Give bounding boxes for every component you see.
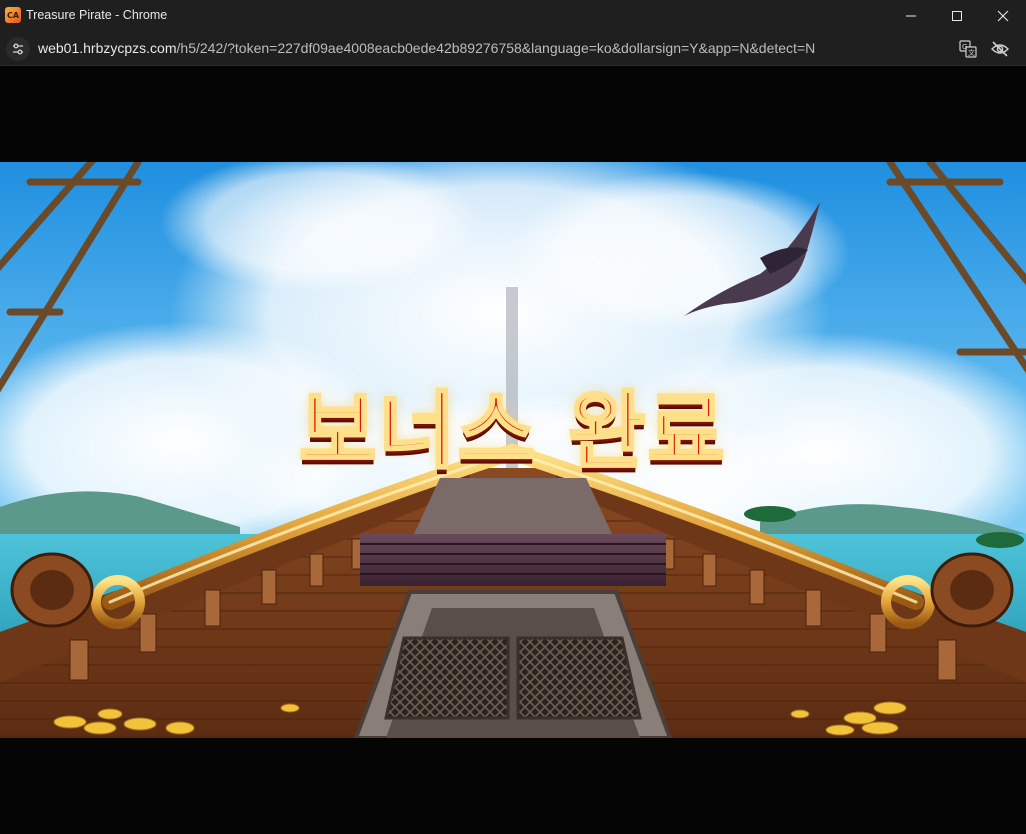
address-bar: web01.hrbzycpzs.com/h5/242/?token=227df0… [0,32,1026,66]
maximize-button[interactable] [934,0,980,32]
tune-icon [13,43,23,55]
bonus-complete-banner: 보너스 완료 [0,364,1026,485]
close-button[interactable] [980,0,1026,32]
window-title: Treasure Pirate - Chrome [26,8,168,22]
window-title-bar: CA Treasure Pirate - Chrome [0,0,1026,32]
minimize-icon [906,15,916,17]
bonus-complete-text: 보너스 완료 [298,381,727,482]
visibility-button[interactable] [990,39,1010,59]
svg-text:文: 文 [968,48,975,57]
game-viewport[interactable]: 보너스 완료 [0,66,1026,834]
game-scene[interactable]: 보너스 완료 [0,162,1026,738]
translate-icon: G 文 [959,40,977,58]
url-path: /h5/242/?token=227df09ae4008eacb0ede42b8… [176,40,816,56]
eye-off-icon [991,41,1009,57]
app-icon-label: CA [6,10,20,20]
site-info-button[interactable] [6,37,30,61]
url-field[interactable]: web01.hrbzycpzs.com/h5/242/?token=227df0… [38,40,815,56]
minimize-button[interactable] [888,0,934,32]
url-host: web01.hrbzycpzs.com [38,40,177,56]
svg-text:G: G [962,43,967,51]
translate-button[interactable]: G 文 [958,39,978,59]
close-icon [997,10,1009,22]
app-icon: CA [5,7,21,23]
maximize-icon [952,11,962,21]
